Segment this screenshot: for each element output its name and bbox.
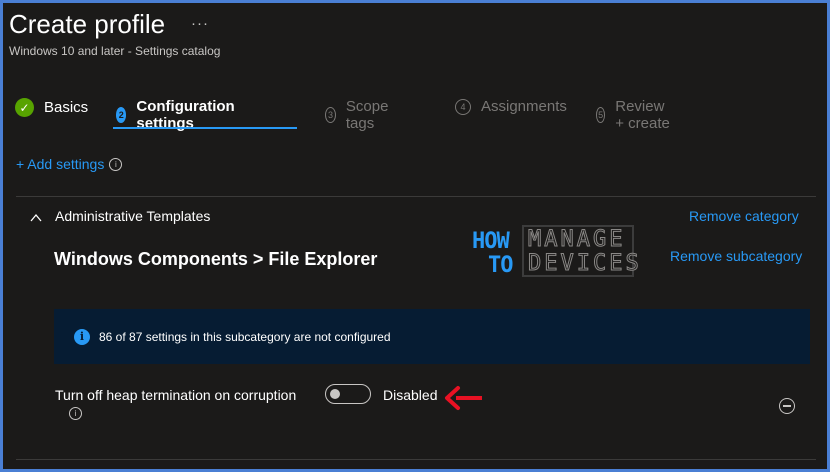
tab-label: Review + create — [615, 98, 670, 132]
tab-scope-tags[interactable]: 3 Scope tags — [325, 98, 394, 132]
checkmark-icon: ✓ — [15, 98, 34, 117]
step-number-icon: 2 — [116, 107, 127, 123]
page-subtitle: Windows 10 and later - Settings catalog — [9, 44, 221, 58]
info-icon[interactable]: i — [69, 407, 82, 420]
info-icon: i — [74, 328, 90, 345]
setting-toggle[interactable] — [325, 384, 371, 404]
info-banner: i 86 of 87 settings in this subcategory … — [54, 309, 810, 364]
tab-label: Basics — [44, 99, 89, 116]
create-profile-page: Create profile ··· Windows 10 and later … — [3, 3, 827, 469]
chevron-up-icon[interactable] — [30, 212, 42, 224]
tab-label: Assignments — [481, 98, 567, 115]
step-number-icon: 5 — [596, 107, 606, 123]
setting-label: Turn off heap termination on corruption — [55, 387, 297, 403]
watermark-logo: HOW TO MANAGE DEVICES — [472, 223, 639, 281]
divider — [16, 196, 816, 197]
remove-setting-button[interactable] — [779, 398, 795, 414]
tab-label: Scope tags — [345, 98, 389, 132]
logo-text-devices: DEVICES — [528, 251, 642, 277]
info-banner-text: 86 of 87 settings in this subcategory ar… — [99, 329, 391, 344]
toggle-state-label: Disabled — [383, 387, 438, 403]
divider — [16, 459, 816, 460]
logo-text-to: TO — [488, 253, 513, 278]
tab-assignments[interactable]: 4 Assignments — [455, 98, 567, 115]
logo-text-manage: MANAGE — [527, 227, 626, 253]
tab-review-create[interactable]: 5 Review + create — [596, 98, 671, 132]
info-icon[interactable]: i — [109, 157, 123, 171]
subcategory-title: Windows Components > File Explorer — [54, 249, 378, 269]
logo-text-how: HOW — [472, 229, 510, 254]
remove-subcategory-link[interactable]: Remove subcategory — [670, 248, 802, 264]
tab-basics[interactable]: ✓ Basics — [15, 98, 88, 117]
red-arrow-icon — [445, 386, 482, 410]
page-title: Create profile — [9, 9, 166, 39]
add-settings-link[interactable]: + Add settings i — [16, 156, 123, 172]
toggle-knob — [330, 389, 340, 399]
step-number-icon: 4 — [455, 98, 471, 115]
more-options-button[interactable]: ··· — [191, 15, 209, 32]
add-settings-label: + Add settings — [16, 156, 105, 172]
remove-category-link[interactable]: Remove category — [689, 208, 799, 224]
step-number-icon: 3 — [325, 107, 336, 123]
category-title: Administrative Templates — [55, 208, 211, 224]
active-tab-indicator — [113, 127, 297, 129]
